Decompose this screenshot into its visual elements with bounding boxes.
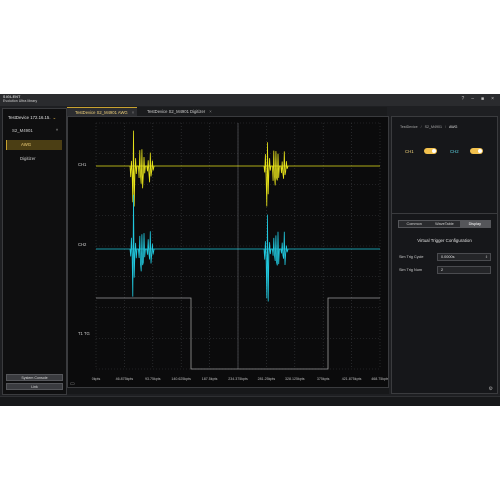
sim-trig-cycle-label: Sim Trig Cycle [399, 255, 423, 259]
sim-trig-cycle-value: 0.0000s [441, 255, 455, 259]
sim-trig-num-input[interactable]: 2 [437, 266, 491, 274]
module-selector[interactable]: S2_M4901 ^ [12, 128, 33, 133]
breadcrumb-item[interactable]: TestDevice [400, 125, 418, 129]
x-tick-label: 234.375kpts [228, 377, 248, 381]
tab-display[interactable]: Display [460, 221, 490, 227]
waveform-display[interactable]: CH1 CH2 T1 TG 0kpts 46.875kpts 93.75kpts 140.6… [67, 116, 389, 388]
sidebar-item-awg[interactable]: AWG [6, 140, 62, 150]
section-title: Virtual Trigger Configuration [392, 238, 497, 243]
close-icon[interactable]: × [209, 109, 211, 114]
plot-toolbar: ▭ [67, 388, 389, 394]
gear-icon[interactable]: ⚙ [489, 386, 493, 392]
trace-label: CH2 [78, 242, 87, 247]
ch1-label: CH1 [405, 149, 414, 154]
x-tick-label: 421.875kpts [342, 377, 362, 381]
ch2-burst [264, 215, 288, 302]
sim-trig-cycle-input[interactable]: 0.0000s ⇕ [437, 253, 491, 261]
tab-common[interactable]: Common [399, 221, 429, 227]
tab-digitizer[interactable]: TestDevice S2_M4901 Digitizer × [139, 107, 219, 116]
tab-awg[interactable]: TestDevice S2_M4901 AWG × [67, 107, 137, 116]
ch2-toggle[interactable] [470, 148, 483, 154]
maximize-button[interactable]: ■ [481, 96, 484, 102]
ch1-burst [264, 142, 288, 206]
brand-logo: SIGLENT Evolution Ultra library [3, 95, 37, 104]
x-tick-label: 468.75kpts [371, 377, 388, 381]
module-label: S2_M4901 [12, 128, 33, 133]
window-controls: ? – ■ × [461, 96, 494, 102]
waveform-plot: CH1 CH2 T1 TG 0kpts 46.875kpts 93.75kpts 140.6… [68, 117, 388, 387]
x-tick-label: 328.125kpts [285, 377, 305, 381]
ch2-burst [130, 195, 154, 297]
settings-panel: TestDevice / S2_M4901/AWG CH1 CH2 Common W… [391, 116, 498, 394]
link-button[interactable]: Link [6, 383, 63, 390]
system-console-button[interactable]: System Console [6, 374, 63, 381]
minimize-button[interactable]: – [471, 96, 474, 102]
close-button[interactable]: × [491, 96, 494, 102]
chevron-up-icon: ^ [56, 128, 58, 133]
tab-wavetable[interactable]: WaveTable [429, 221, 459, 227]
device-label: TestDevice 172.16.15. [8, 115, 51, 120]
breadcrumb: TestDevice / S2_M4901/AWG [400, 125, 457, 129]
trace-label: CH1 [78, 162, 87, 167]
document-tabs: TestDevice S2_M4901 AWG × TestDevice S2_M… [67, 107, 387, 116]
close-icon[interactable]: × [132, 110, 134, 115]
x-tick-label: 0kpts [92, 377, 101, 381]
spinner-icon[interactable]: ⇕ [485, 254, 488, 260]
panel-tabs: Common WaveTable Display [398, 220, 491, 228]
status-bar [0, 396, 500, 406]
title-bar: SIGLENT Evolution Ultra library ? – ■ × [0, 94, 500, 106]
trace-label: T1 TG [78, 331, 90, 336]
device-sidebar: TestDevice 172.16.15. ⌄ S2_M4901 ^ AWG Dig… [2, 108, 67, 395]
tab-label: TestDevice S2_M4901 Digitizer [147, 109, 205, 114]
help-button[interactable]: ? [461, 96, 464, 102]
x-tick-label: 187.5kpts [202, 377, 218, 381]
brand-subtitle: Evolution Ultra library [3, 99, 37, 103]
sidebar-item-digitizer[interactable]: Digitizer [6, 154, 62, 164]
sim-trig-num-label: Sim Trig Num [399, 268, 422, 272]
breadcrumb-current: AWG [449, 125, 457, 129]
chevron-down-icon: ⌄ [53, 115, 57, 120]
x-tick-label: 46.875kpts [116, 377, 134, 381]
x-tick-label: 281.25kpts [258, 377, 276, 381]
x-tick-label: 375kpts [317, 377, 330, 381]
screen-icon[interactable]: ▭ [70, 381, 75, 387]
ch2-label: CH2 [450, 149, 459, 154]
ch1-toggle[interactable] [424, 148, 437, 154]
device-selector[interactable]: TestDevice 172.16.15. ⌄ [8, 115, 56, 121]
tab-label: TestDevice S2_M4901 AWG [75, 110, 128, 115]
x-tick-label: 140.625kpts [171, 377, 191, 381]
breadcrumb-item[interactable]: S2_M4901 [425, 125, 442, 129]
app-window: SIGLENT Evolution Ultra library ? – ■ × … [0, 94, 500, 406]
x-tick-label: 93.75kpts [145, 377, 161, 381]
divider [392, 213, 497, 214]
